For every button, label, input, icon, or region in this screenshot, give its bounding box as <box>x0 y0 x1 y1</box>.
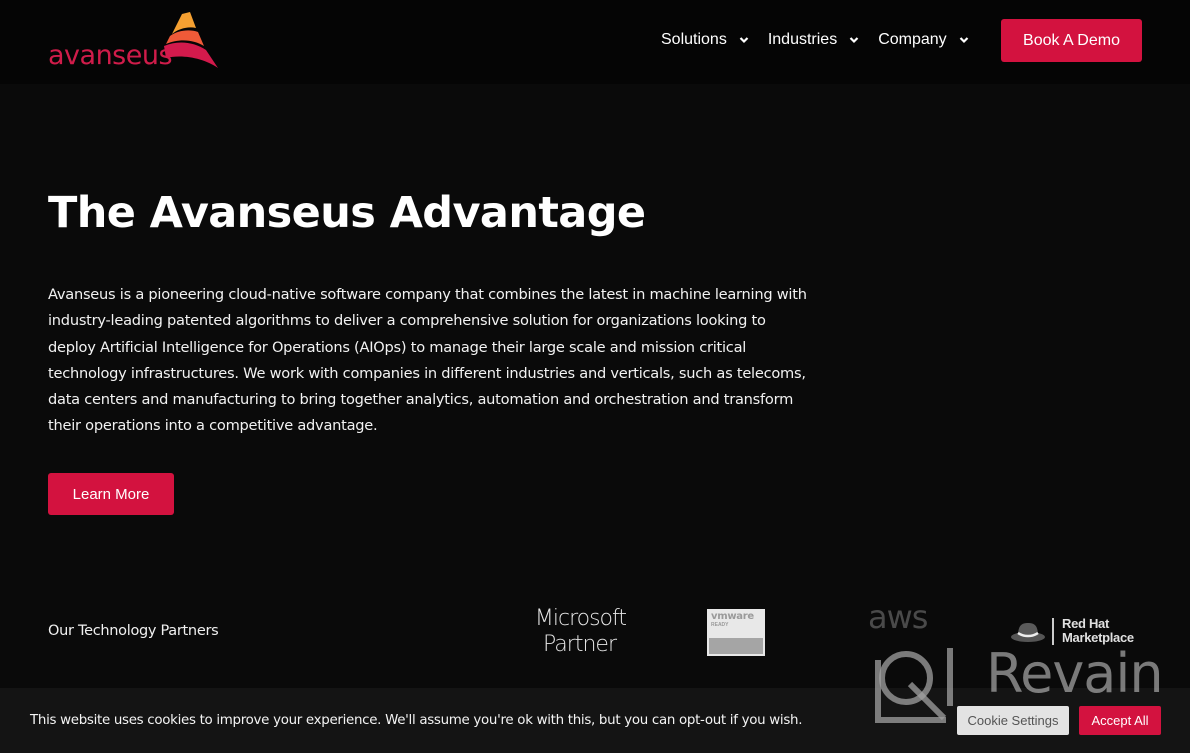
nav-company[interactable]: Company <box>878 31 968 49</box>
chevron-down-icon <box>959 37 968 44</box>
vmware-text: vmware <box>711 611 754 622</box>
cookie-settings-button[interactable]: Cookie Settings <box>957 706 1069 735</box>
vmware-band <box>709 638 763 654</box>
microsoft-partner-logo: Microsoft Partner <box>516 606 627 658</box>
learn-more-button[interactable]: Learn More <box>48 473 174 515</box>
avanseus-logo[interactable]: avanseus <box>48 12 220 72</box>
vmware-ready-text: READY <box>711 622 729 628</box>
nav-solutions[interactable]: Solutions <box>661 31 749 49</box>
redhat-hat-icon <box>1011 623 1045 642</box>
hero-description: Avanseus is a pioneering cloud-native so… <box>48 286 807 435</box>
nav-solutions-label: Solutions <box>661 31 727 48</box>
book-demo-button[interactable]: Book A Demo <box>1001 19 1142 62</box>
main-nav: Solutions Industries Company <box>661 31 988 49</box>
chevron-down-icon <box>849 37 859 44</box>
redhat-text: Red Hat Marketplace <box>1062 617 1134 645</box>
chevron-down-icon <box>739 37 749 44</box>
nav-industries-label: Industries <box>767 31 838 48</box>
hero-title: The Avanseus Advantage <box>48 188 646 238</box>
redhat-line2: Marketplace <box>1062 630 1134 645</box>
cookie-banner: This website uses cookies to improve you… <box>0 688 1190 753</box>
accept-all-button[interactable]: Accept All <box>1079 706 1161 735</box>
partners-label: Our Technology Partners <box>48 623 219 639</box>
nav-industries[interactable]: Industries <box>768 31 859 49</box>
microsoft-text: Microsoft <box>534 606 627 631</box>
redhat-divider <box>1052 618 1054 645</box>
aws-logo: aws <box>868 598 928 636</box>
redhat-marketplace-logo: Red Hat Marketplace <box>1010 617 1145 647</box>
redhat-line1: Red Hat <box>1062 616 1110 631</box>
vmware-ready-logo: vmware READY <box>707 609 765 656</box>
nav-company-label: Company <box>878 31 947 48</box>
cookie-message: This website uses cookies to improve you… <box>30 713 803 728</box>
site-header: avanseus Solutions Industries Company Bo… <box>0 0 1190 84</box>
partner-text: Partner <box>543 632 617 657</box>
logo-mountain-icon <box>164 12 218 68</box>
